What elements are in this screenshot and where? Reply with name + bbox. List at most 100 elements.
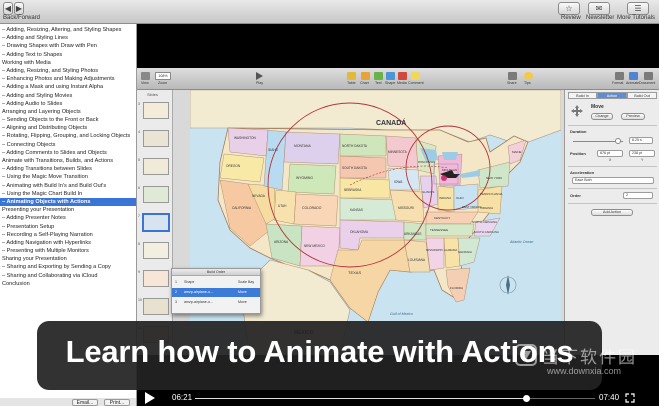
comment-label: Comment: [408, 81, 424, 85]
text-label: Text: [375, 81, 382, 85]
toc-lesson-item[interactable]: – Presentation Setup: [0, 223, 136, 231]
map-label-ohio: OHIO: [456, 196, 464, 200]
toc-lesson-item[interactable]: – Adding, Resizing, Altering, and Stylin…: [0, 26, 136, 34]
build-order-effect: Scale Bay: [238, 280, 255, 284]
toc-lesson-item[interactable]: – Adding Comments to Slides and Objects: [0, 149, 136, 157]
map-label-illinois: ILLINOIS: [422, 190, 435, 194]
toc-lesson-item[interactable]: – Enhancing Photos and Making Adjustment…: [0, 75, 136, 83]
seek-bar[interactable]: [195, 398, 595, 399]
chart-icon[interactable]: [361, 72, 370, 80]
build-order-row[interactable]: 3 amzp-airplane-o... Move: [172, 298, 260, 307]
toc-lesson-item[interactable]: – Adding a Mask and using Instant Alpha: [0, 83, 136, 91]
print-button[interactable]: Print...: [104, 399, 130, 406]
toc-lesson-item[interactable]: – Recording a Self-Playing Narration: [0, 231, 136, 239]
slide-number: 8: [138, 242, 140, 246]
map-label-oklahoma: OKLAHOMA: [350, 230, 369, 234]
toc-section-heading[interactable]: Sharing your Presentation: [0, 255, 136, 263]
divider: [568, 166, 657, 167]
media-icon[interactable]: [398, 72, 407, 80]
seek-knob[interactable]: [523, 395, 531, 402]
toc-lesson-item[interactable]: – Sharing and Collaborating via iCloud: [0, 272, 136, 280]
toc-lesson-item[interactable]: – Adding Audio to Slides: [0, 100, 136, 108]
toc-lesson-item[interactable]: – Adding Text to Shapes: [0, 51, 136, 59]
shape-icon[interactable]: [386, 72, 395, 80]
format-icon[interactable]: [615, 72, 624, 80]
build-order-number: 2: [175, 290, 177, 294]
toc-lesson-item[interactable]: – Animating Objects with Actions: [0, 197, 136, 207]
email-button[interactable]: Email...: [72, 399, 98, 406]
toc-lesson-item[interactable]: – Sending Objects to the Front or Back: [0, 116, 136, 124]
build-order-row[interactable]: 2 amzp-airplane-o... Move: [172, 288, 260, 297]
toc-section-heading[interactable]: Arranging and Layering Objects: [0, 108, 136, 116]
zoom-label: Zoom: [158, 81, 168, 85]
duration-field[interactable]: 8.25 s: [629, 137, 653, 144]
toc-section-heading[interactable]: Animate with Transitions, Builds, and Ac…: [0, 157, 136, 165]
text-icon[interactable]: [374, 72, 383, 80]
build-order-row[interactable]: 1 Shape Scale Bay: [172, 278, 260, 287]
play-icon[interactable]: [256, 72, 263, 80]
toc-lesson-item[interactable]: – Aligning and Distributing Objects: [0, 124, 136, 132]
slide-thumbnail[interactable]: [143, 242, 169, 259]
back-button[interactable]: ◀: [3, 2, 13, 15]
add-action-button[interactable]: Add Action: [591, 209, 633, 216]
toc-lesson-item[interactable]: – Adding Navigation with Hyperlinks: [0, 239, 136, 247]
slide-thumbnail[interactable]: [143, 158, 169, 175]
media-label: Media: [397, 81, 407, 85]
toc-lesson-item[interactable]: – Adding Presenter Notes: [0, 214, 136, 222]
map-label-montana: MONTANA: [294, 144, 311, 148]
share-icon[interactable]: [508, 72, 517, 80]
tab-build-out[interactable]: Build Out: [627, 92, 657, 99]
duration-slider-knob[interactable]: [615, 138, 621, 144]
toc-lesson-item[interactable]: – Adding and Styling Lines: [0, 34, 136, 42]
map-label-north-carolina: NORTH CAROLINA: [472, 220, 497, 224]
slide-thumbnail[interactable]: [142, 213, 170, 232]
shape-label: Shape: [385, 81, 396, 85]
change-button[interactable]: Change: [591, 113, 613, 120]
tips-icon[interactable]: [524, 72, 533, 80]
tab-build-in[interactable]: Build In: [568, 92, 597, 99]
toc-lesson-item[interactable]: – Using the Magic Move Transition: [0, 173, 136, 181]
more-tutorials-button[interactable]: ☰: [627, 2, 649, 15]
review-button[interactable]: ☆: [558, 2, 580, 15]
build-order-effect: Move: [238, 300, 247, 304]
table-icon[interactable]: [347, 72, 356, 80]
toc-section-heading[interactable]: Working with Media: [0, 59, 136, 67]
slide-thumbnail[interactable]: [143, 298, 169, 315]
toc-lesson-item[interactable]: – Adding Transitions between Slides: [0, 165, 136, 173]
toc-lesson-item[interactable]: – Sharing and Exporting by Sending a Cop…: [0, 263, 136, 271]
forward-button[interactable]: ▶: [14, 2, 24, 15]
zoom-select[interactable]: 108%: [155, 72, 171, 80]
toc-lesson-item[interactable]: – Animating with Build In's and Build Ou…: [0, 182, 136, 190]
toc-lesson-item[interactable]: – Presenting with Multiple Monitors: [0, 247, 136, 255]
comment-icon[interactable]: [411, 72, 420, 80]
toc-lesson-item[interactable]: – Adding and Styling Movies: [0, 92, 136, 100]
animate-icon[interactable]: [629, 72, 638, 80]
toc-lesson-item[interactable]: – Using the Magic Chart Build In: [0, 190, 136, 198]
slide-thumbnail[interactable]: [143, 270, 169, 287]
toc-section-heading[interactable]: Presenting your Presentation: [0, 206, 136, 214]
view-icon[interactable]: [141, 72, 150, 80]
tab-action[interactable]: Action: [597, 92, 627, 99]
toc-section-heading[interactable]: Conclusion: [0, 280, 136, 288]
document-icon[interactable]: [644, 72, 653, 80]
play-icon[interactable]: [145, 392, 155, 404]
fullscreen-icon[interactable]: [625, 393, 635, 403]
toc-lesson-item[interactable]: – Adding, Resizing, and Styling Photos: [0, 67, 136, 75]
order-select[interactable]: 2: [623, 192, 653, 199]
toc-lesson-item[interactable]: – Drawing Shapes with Draw with Pen: [0, 42, 136, 50]
slide-thumbnail[interactable]: [143, 186, 169, 203]
slide-thumbnail[interactable]: [143, 102, 169, 119]
current-time: 06:21: [172, 393, 193, 402]
toc-lesson-item[interactable]: – Connecting Objects: [0, 141, 136, 149]
position-y-field[interactable]: 238 pt: [629, 150, 655, 157]
slide-thumbnail[interactable]: [143, 130, 169, 147]
newsletter-button[interactable]: ✉: [588, 2, 610, 15]
slide-canvas[interactable]: CANADÁMEXICOWASHINGTONOREGONCALIFORNIANE…: [190, 90, 561, 355]
acceleration-select[interactable]: Ease Both: [572, 177, 654, 184]
seek-bar-fill: [195, 398, 527, 399]
toc-lesson-item[interactable]: – Rotating, Flipping, Grouping, and Lock…: [0, 132, 136, 140]
position-x-field[interactable]: 676 pt: [597, 150, 623, 157]
watermark-url: www.downxia.com: [547, 366, 622, 376]
build-order-title: Build Order: [172, 269, 260, 276]
preview-button[interactable]: Preview: [621, 113, 645, 120]
